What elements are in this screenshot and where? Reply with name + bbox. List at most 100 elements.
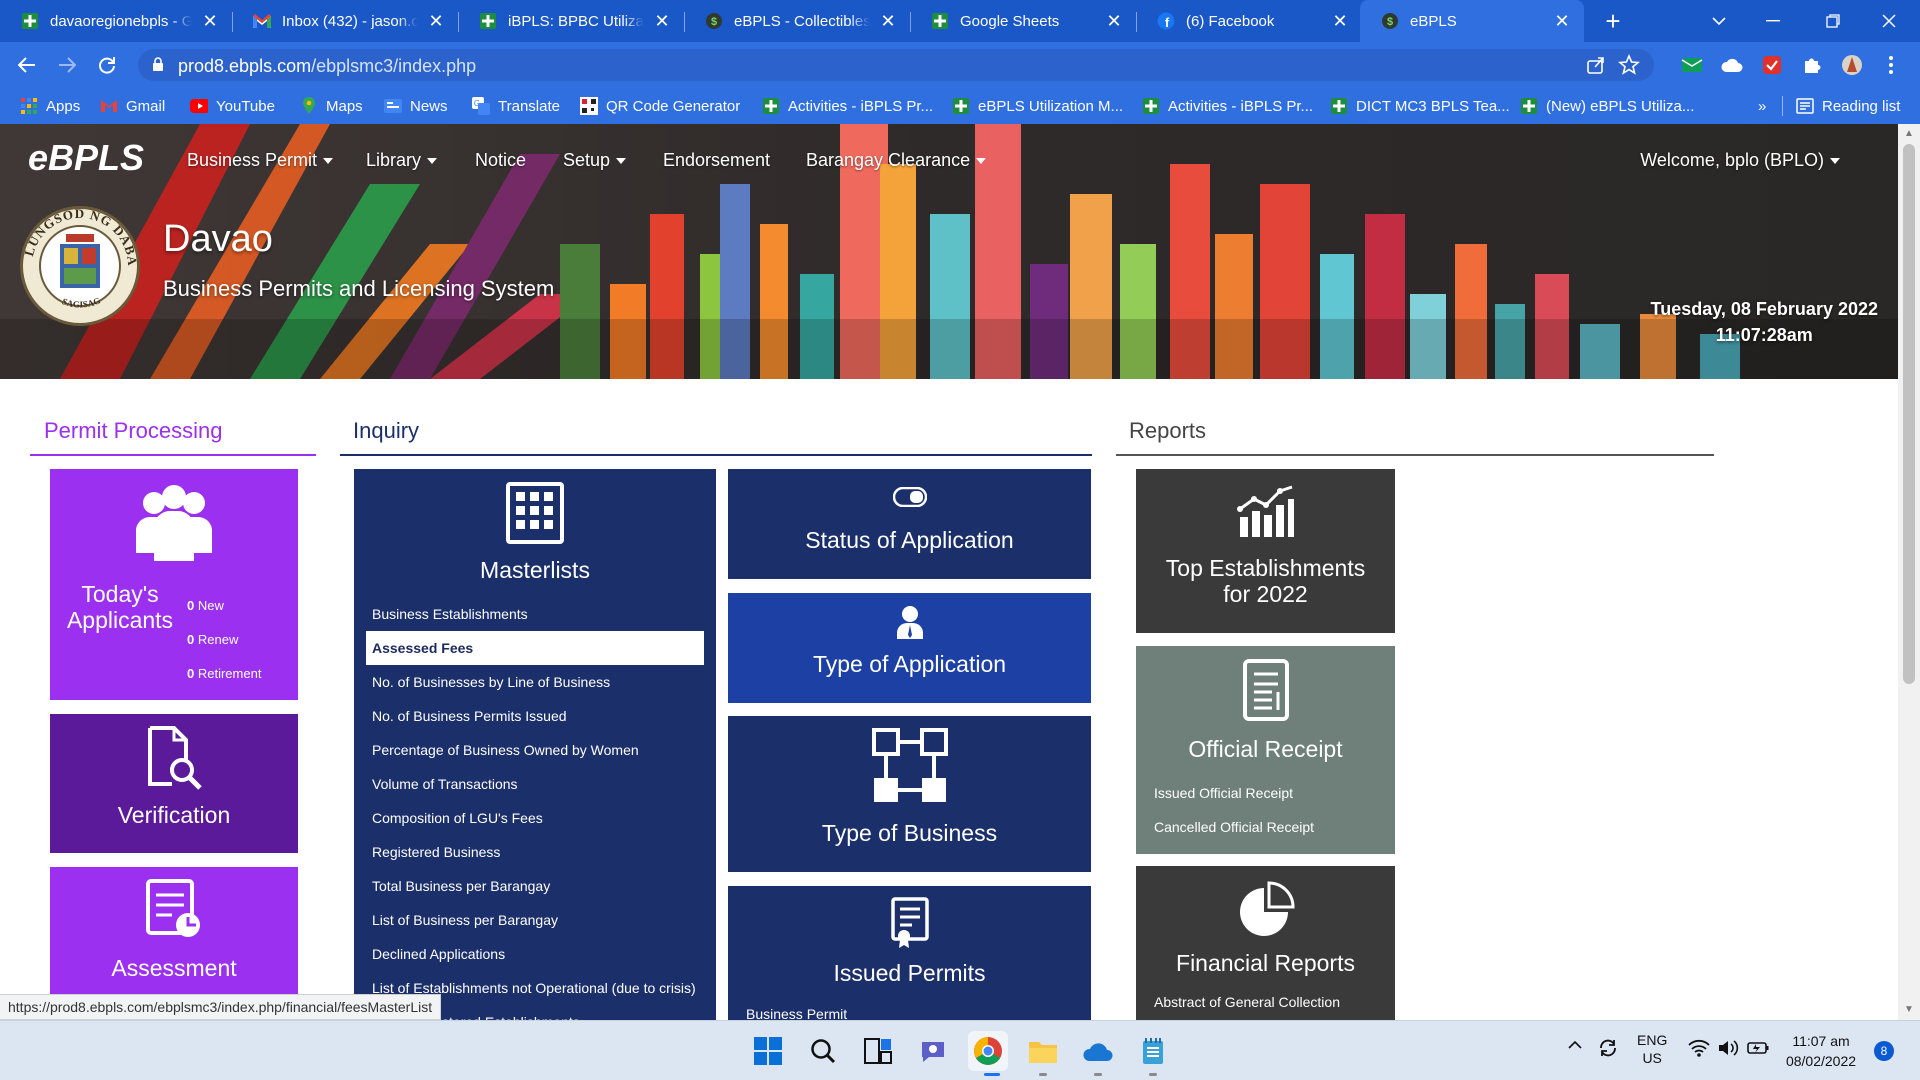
masterlist-link[interactable]: Declined Applications — [366, 937, 704, 971]
financial-sublink[interactable]: Abstract of General Collection — [1154, 994, 1340, 1010]
close-icon[interactable]: ✕ — [200, 11, 220, 31]
tab-ebpls-collectibles[interactable]: $ eBPLS - CollectiblesBr ✕ — [684, 0, 910, 42]
taskbar-search-icon[interactable] — [803, 1031, 843, 1071]
bookmark-activities-1[interactable]: Activities - iBPLS Pr... — [762, 88, 933, 124]
bookmark-new-ebpls[interactable]: (New) eBPLS Utiliza... — [1520, 88, 1694, 124]
wifi-icon[interactable] — [1688, 1039, 1710, 1057]
bookmark-maps[interactable]: Maps — [300, 88, 363, 124]
nav-setup[interactable]: Setup — [563, 150, 627, 171]
extension-shield-icon[interactable] — [1761, 54, 1783, 76]
volume-icon[interactable] — [1717, 1039, 1739, 1057]
sync-icon[interactable] — [1597, 1037, 1619, 1059]
back-button[interactable] — [12, 50, 42, 80]
masterlist-link[interactable]: Volume of Transactions — [366, 767, 704, 801]
reload-button[interactable] — [92, 50, 122, 80]
bookmark-news[interactable]: News — [384, 88, 448, 124]
bookmark-activities-2[interactable]: Activities - iBPLS Pr... — [1142, 88, 1313, 124]
tile-issued-permits[interactable]: Issued Permits Business Permit — [728, 886, 1091, 1020]
scrollbar-thumb[interactable] — [1903, 144, 1915, 684]
tile-verification[interactable]: Verification — [50, 714, 298, 853]
masterlist-link[interactable]: Total Business per Barangay — [366, 869, 704, 903]
extension-cloud-icon[interactable] — [1721, 54, 1743, 76]
masterlist-link[interactable]: Percentage of Business Owned by Women — [366, 733, 704, 767]
share-icon[interactable] — [1586, 55, 1606, 75]
restore-button[interactable] — [1810, 0, 1856, 42]
clock[interactable]: 11:07 am 08/02/2022 — [1784, 1031, 1858, 1071]
user-menu[interactable]: Welcome, bplo (BPLO) — [1640, 150, 1840, 171]
nav-barangay-clearance[interactable]: Barangay Clearance — [806, 150, 987, 171]
extension-mail-icon[interactable] — [1681, 54, 1703, 76]
tile-assessment[interactable]: Assessment — [50, 867, 298, 1007]
tile-type-of-application[interactable]: Type of Application — [728, 593, 1091, 703]
tab-search-chevron-icon[interactable] — [1696, 0, 1742, 42]
more-menu-icon[interactable] — [1880, 54, 1902, 76]
retirement-count-row[interactable]: 0 Retirement — [187, 657, 261, 691]
tile-financial-reports[interactable]: Financial Reports Abstract of General Co… — [1136, 866, 1395, 1020]
masterlist-link[interactable]: List of Business per Barangay — [366, 903, 704, 937]
tab-davaoregionebpls[interactable]: davaoregionebpls - G ✕ — [0, 0, 232, 42]
nav-endorsement[interactable]: Endorsement — [663, 150, 770, 171]
nav-notice[interactable]: Notice — [475, 150, 526, 171]
notepad-icon[interactable] — [1133, 1031, 1173, 1071]
minimize-button[interactable] — [1750, 0, 1796, 42]
tray-chevron-up-icon[interactable] — [1568, 1041, 1582, 1049]
close-icon[interactable]: ✕ — [652, 11, 672, 31]
tile-official-receipt[interactable]: Official Receipt Issued Official Receipt… — [1136, 646, 1395, 854]
profile-avatar[interactable] — [1841, 54, 1863, 76]
bookmark-gmail[interactable]: Gmail — [100, 88, 165, 124]
sublink-cancelled-or[interactable]: Cancelled Official Receipt — [1148, 810, 1383, 844]
masterlist-link[interactable]: Composition of LGU's Fees — [366, 801, 704, 835]
issued-permits-sublink[interactable]: Business Permit — [746, 1006, 847, 1020]
masterlist-link[interactable]: Business Establishments — [366, 597, 704, 631]
notification-badge[interactable]: 8 — [1874, 1041, 1894, 1061]
bookmark-translate[interactable]: G Translate — [472, 88, 560, 124]
reading-list-button[interactable]: Reading list — [1796, 88, 1900, 124]
page-scrollbar[interactable]: ▲ ▼ — [1898, 124, 1920, 1020]
more-bookmarks-button[interactable]: » — [1758, 88, 1766, 124]
nav-library[interactable]: Library — [366, 150, 438, 171]
tile-type-of-business[interactable]: Type of Business — [728, 716, 1091, 872]
sublink-issued-or[interactable]: Issued Official Receipt — [1148, 776, 1383, 810]
tab-google-sheets[interactable]: Google Sheets ✕ — [910, 0, 1136, 42]
onedrive-icon[interactable] — [1078, 1031, 1118, 1071]
tab-ebpls-active[interactable]: $ eBPLS ✕ — [1360, 0, 1584, 42]
close-icon[interactable]: ✕ — [1330, 11, 1350, 31]
bookmark-apps[interactable]: Apps — [20, 88, 80, 124]
tab-ibpls-utilization[interactable]: iBPLS: BPBC Utilizatio ✕ — [458, 0, 684, 42]
star-icon[interactable] — [1618, 54, 1640, 76]
language-indicator[interactable]: ENG US — [1637, 1031, 1667, 1067]
new-tab-button[interactable]: + — [1598, 6, 1628, 36]
bookmark-qr[interactable]: QR Code Generator — [580, 88, 740, 124]
masterlist-link-selected[interactable]: Assessed Fees — [366, 631, 704, 665]
extensions-puzzle-icon[interactable] — [1801, 54, 1823, 76]
tab-facebook[interactable]: f (6) Facebook ✕ — [1136, 0, 1362, 42]
close-icon[interactable]: ✕ — [1104, 11, 1124, 31]
forward-button[interactable] — [52, 50, 82, 80]
tile-top-establishments[interactable]: Top Establishments for 2022 — [1136, 469, 1395, 633]
ebpls-logo[interactable]: eBPLS — [28, 138, 150, 178]
tab-gmail[interactable]: Inbox (432) - jason.or ✕ — [232, 0, 458, 42]
bookmark-ebpls-utilization[interactable]: eBPLS Utilization M... — [952, 88, 1123, 124]
masterlist-link[interactable]: Registered Business — [366, 835, 704, 869]
renew-count-row[interactable]: 0 Renew — [187, 623, 261, 657]
close-icon[interactable]: ✕ — [426, 11, 446, 31]
bookmark-dict-mc3[interactable]: DICT MC3 BPLS Tea... — [1330, 88, 1510, 124]
close-icon[interactable]: ✕ — [878, 11, 898, 31]
file-explorer-icon[interactable] — [1023, 1031, 1063, 1071]
bookmark-youtube[interactable]: YouTube — [190, 88, 275, 124]
new-count-row[interactable]: 0 New — [187, 589, 261, 623]
nav-business-permit[interactable]: Business Permit — [187, 150, 334, 171]
scroll-up-arrow-icon[interactable]: ▲ — [1903, 128, 1915, 140]
close-icon[interactable]: ✕ — [1552, 11, 1572, 31]
masterlist-link[interactable]: No. of Business Permits Issued — [366, 699, 704, 733]
start-windows-icon[interactable] — [748, 1031, 788, 1071]
masterlist-link[interactable]: No. of Businesses by Line of Business — [366, 665, 704, 699]
battery-icon[interactable] — [1747, 1039, 1769, 1057]
tile-status-of-application[interactable]: Status of Application — [728, 469, 1091, 579]
task-view-icon[interactable] — [858, 1031, 898, 1071]
chrome-taskbar-icon[interactable] — [968, 1031, 1008, 1071]
close-window-button[interactable] — [1866, 0, 1912, 42]
scroll-down-arrow-icon[interactable]: ▼ — [1903, 1004, 1915, 1016]
teams-chat-icon[interactable] — [913, 1031, 953, 1071]
address-bar[interactable]: prod8.ebpls.com/ebplsmc3/index.php — [138, 49, 1654, 81]
